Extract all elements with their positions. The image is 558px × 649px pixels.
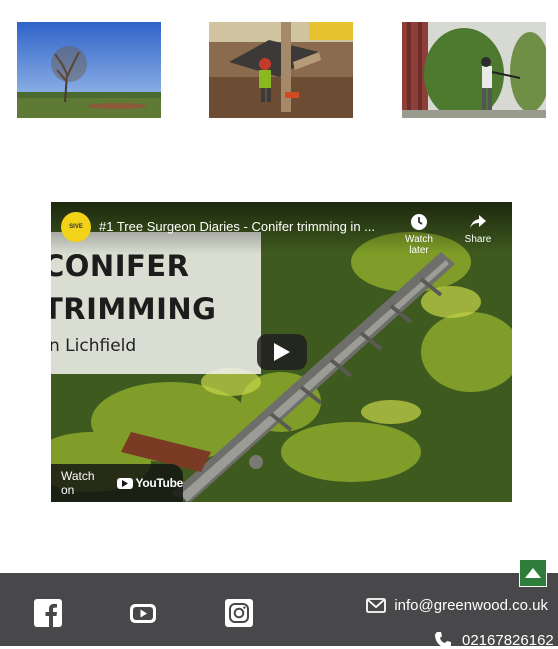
channel-logo[interactable]: SIVE [61, 212, 91, 242]
envelope-icon [366, 598, 387, 613]
clock-icon [411, 214, 427, 230]
youtube-logo: YouTube [116, 476, 184, 490]
gallery-image-hedge-trimming[interactable] [402, 22, 546, 118]
share-arrow-icon [470, 215, 486, 229]
youtube-wordmark: YouTube [135, 476, 184, 490]
watch-later-label: Watch later [405, 234, 433, 256]
phone-icon [435, 632, 451, 648]
thumbnail-title-line2: TRIMMING [51, 292, 217, 326]
site-footer: info@greenwood.co.uk 02167826162 [0, 573, 558, 649]
youtube-icon[interactable] [129, 599, 157, 627]
instagram-icon[interactable] [225, 599, 253, 627]
caret-up-icon [525, 568, 541, 578]
facebook-icon[interactable] [34, 599, 62, 627]
share-label: Share [464, 234, 492, 245]
thumbnail-title-line3: n Lichfield [51, 336, 137, 356]
play-button[interactable] [257, 334, 307, 370]
youtube-video-embed[interactable]: CONIFER TRIMMING n Lichfield SIVE #1 Tre… [51, 202, 512, 502]
watch-on-youtube-button[interactable]: Watch on YouTube [51, 464, 183, 502]
video-title[interactable]: #1 Tree Surgeon Diaries - Conifer trimmi… [99, 219, 375, 234]
gallery-image-park-tree[interactable] [17, 22, 161, 118]
footer-phone-link[interactable]: 02167826162 [434, 631, 554, 649]
footer-email-link[interactable]: info@greenwood.co.uk [366, 597, 548, 614]
watch-later-button[interactable]: Watch later [394, 212, 444, 256]
watch-on-label: Watch on [61, 469, 95, 497]
back-to-top-button[interactable] [519, 559, 547, 587]
footer-email: info@greenwood.co.uk [394, 597, 548, 614]
share-button[interactable]: Share [453, 212, 503, 245]
gallery-image-tree-surgeon[interactable] [209, 22, 353, 118]
play-icon [274, 343, 290, 361]
youtube-play-logo-icon [116, 477, 133, 489]
thumbnail-title-line1: CONIFER [51, 249, 190, 283]
